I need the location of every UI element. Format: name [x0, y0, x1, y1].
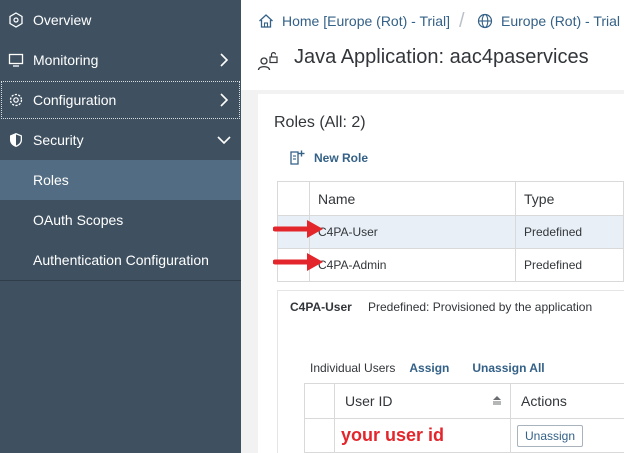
add-document-icon	[290, 150, 305, 165]
sidebar-item-oauth-scopes[interactable]: OAuth Scopes	[0, 200, 241, 240]
column-header-type[interactable]: Type	[515, 181, 624, 216]
select-all-cell[interactable]	[304, 383, 335, 419]
assign-button[interactable]: Assign	[409, 361, 449, 375]
column-header-user-id[interactable]: User ID	[334, 383, 511, 419]
role-name-cell: C4PA-Admin	[309, 248, 516, 282]
breadcrumb-separator: /	[459, 10, 465, 32]
users-toolbar: Individual Users Assign Unassign All	[310, 361, 545, 375]
chevron-right-icon	[220, 53, 229, 67]
sidebar-item-label: Monitoring	[33, 52, 99, 68]
table-row[interactable]: C4PA-Admin Predefined	[277, 248, 624, 282]
sidebar-item-authentication-configuration[interactable]: Authentication Configuration	[0, 240, 241, 280]
role-type-cell: Predefined	[515, 215, 624, 249]
page-header: Home [Europe (Rot) - Trial] / Europe (Ro…	[241, 0, 624, 90]
sidebar-item-label: Roles	[33, 172, 69, 188]
roles-title: Roles (All: 2)	[274, 114, 366, 131]
annotation-arrow-icon	[273, 220, 323, 238]
annotation-arrow-icon	[273, 253, 323, 271]
sidebar: Overview Monitoring Configuration Securi…	[0, 0, 241, 453]
row-selector[interactable]	[304, 418, 335, 453]
new-role-button[interactable]: New Role	[289, 150, 368, 166]
sidebar-item-security[interactable]: Security	[0, 120, 241, 160]
unassign-button[interactable]: Unassign	[517, 424, 584, 447]
hexagon-icon	[9, 12, 23, 28]
sidebar-item-label: Security	[33, 132, 84, 148]
sidebar-item-label: OAuth Scopes	[33, 212, 124, 228]
table-row[interactable]: your user id Unassign	[304, 418, 624, 453]
column-header-user-id-label: User ID	[345, 393, 393, 409]
home-icon	[259, 14, 273, 28]
sidebar-item-roles[interactable]: Roles	[0, 160, 241, 200]
sidebar-item-label: Configuration	[33, 92, 117, 108]
sidebar-item-overview[interactable]: Overview	[0, 0, 241, 40]
sort-icon[interactable]	[492, 395, 502, 405]
sidebar-item-monitoring[interactable]: Monitoring	[0, 40, 241, 80]
user-lock-icon	[257, 52, 278, 71]
chevron-down-icon	[217, 136, 231, 145]
column-header-name[interactable]: Name	[309, 181, 516, 216]
gear-icon	[9, 93, 23, 107]
table-row[interactable]: C4PA-User Predefined	[277, 215, 624, 249]
table-header-row: User ID Actions	[304, 383, 624, 419]
monitor-icon	[8, 53, 24, 67]
shield-icon	[10, 133, 22, 147]
actions-cell: Unassign	[510, 418, 624, 453]
detail-role-name: C4PA-User	[290, 300, 352, 314]
role-type-cell: Predefined	[515, 248, 624, 282]
breadcrumb-region[interactable]: Europe (Rot) - Trial	[477, 13, 620, 29]
unassign-all-button[interactable]: Unassign All	[472, 361, 544, 375]
roles-panel: Roles (All: 2) New Role Name Type C4PA-U…	[258, 94, 624, 453]
role-detail-panel: C4PA-User Predefined: Provisioned by the…	[277, 290, 624, 453]
roles-table: Name Type C4PA-User Predefined C4PA-Admi…	[277, 181, 624, 282]
page-title: Java Application: aac4paservices	[294, 46, 589, 68]
sidebar-item-label: Authentication Configuration	[33, 252, 209, 268]
main-content: Roles (All: 2) New Role Name Type C4PA-U…	[241, 90, 624, 453]
individual-users-label: Individual Users	[310, 361, 396, 375]
users-table: User ID Actions your user id Unassign	[304, 383, 624, 453]
sidebar-item-label: Overview	[33, 12, 92, 28]
breadcrumb-region-label: Europe (Rot) - Trial	[501, 13, 621, 29]
breadcrumb-home[interactable]: Home [Europe (Rot) - Trial]	[258, 13, 450, 29]
column-header-actions: Actions	[510, 383, 624, 419]
select-all-cell[interactable]	[277, 181, 310, 216]
table-header-row: Name Type	[277, 181, 624, 216]
new-role-label: New Role	[314, 151, 369, 165]
globe-icon	[477, 13, 493, 29]
role-name-cell: C4PA-User	[309, 215, 516, 249]
detail-role-description: Predefined: Provisioned by the applicati…	[368, 300, 593, 314]
sidebar-divider	[0, 280, 241, 281]
chevron-right-icon	[220, 93, 229, 107]
sidebar-item-configuration[interactable]: Configuration	[0, 80, 241, 120]
breadcrumb-home-label: Home [Europe (Rot) - Trial]	[282, 13, 451, 29]
user-id-cell: your user id	[334, 418, 511, 453]
user-id-annotation: your user id	[341, 425, 445, 445]
